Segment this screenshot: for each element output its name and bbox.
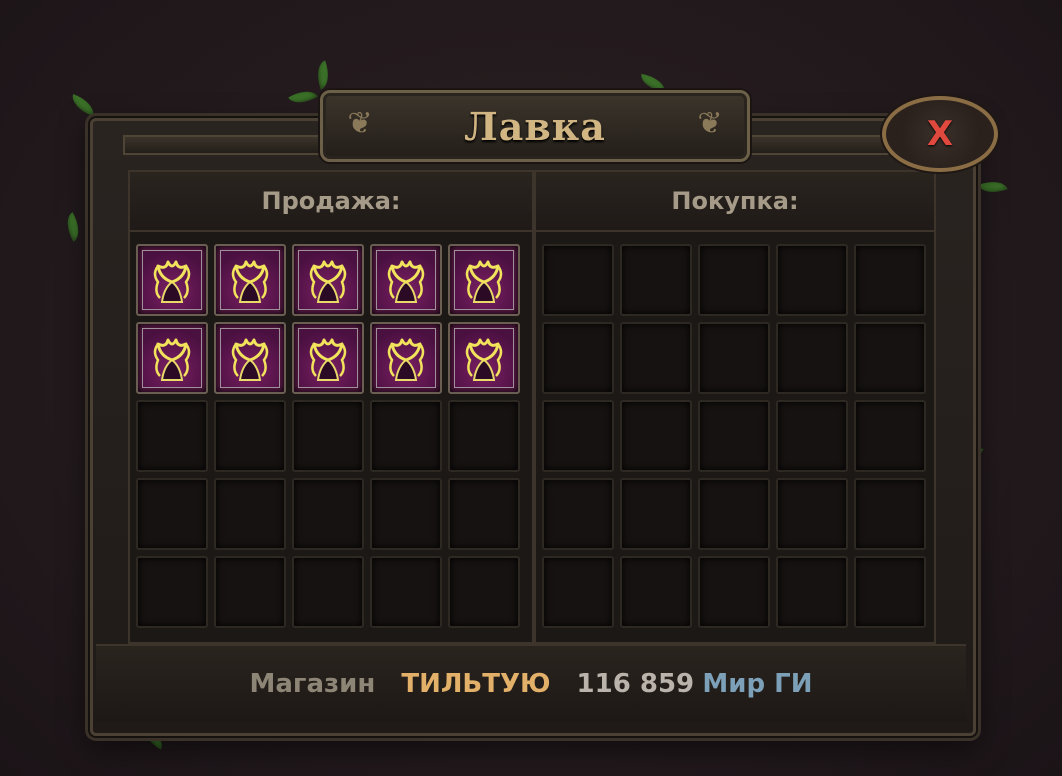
inventory-slot[interactable] (698, 556, 770, 628)
currency-amount: 116 859 (576, 669, 695, 699)
shop-footer: Магазин ТИЛЬТУЮ 116 859 Мир ГИ (96, 644, 966, 722)
leaf-decoration (68, 93, 98, 117)
close-icon: X (926, 114, 954, 154)
magenta-golden-totem-icon (376, 250, 436, 310)
inventory-slot[interactable] (776, 244, 848, 316)
inventory-slot[interactable] (620, 478, 692, 550)
inventory-slot[interactable] (448, 400, 520, 472)
inventory-slot[interactable] (854, 478, 926, 550)
inventory-slot[interactable] (448, 244, 520, 316)
inventory-slot[interactable] (448, 556, 520, 628)
magenta-golden-totem-icon (142, 250, 202, 310)
inventory-slot[interactable] (136, 400, 208, 472)
inventory-slot[interactable] (698, 244, 770, 316)
inventory-slot[interactable] (448, 322, 520, 394)
inventory-slot[interactable] (136, 322, 208, 394)
inventory-slot[interactable] (854, 244, 926, 316)
inventory-slot[interactable] (292, 322, 364, 394)
sell-grid (136, 244, 520, 628)
inventory-slot[interactable] (136, 244, 208, 316)
leaf-decoration (978, 175, 1008, 199)
magenta-golden-totem-icon (454, 328, 514, 388)
inventory-slot[interactable] (370, 556, 442, 628)
inventory-slot[interactable] (370, 478, 442, 550)
inventory-slot[interactable] (214, 244, 286, 316)
inventory-slot[interactable] (214, 556, 286, 628)
inventory-slot[interactable] (542, 244, 614, 316)
buy-panel-header: Покупка: (536, 172, 934, 232)
inventory-slot[interactable] (370, 322, 442, 394)
magenta-golden-totem-icon (454, 250, 514, 310)
inventory-slot[interactable] (448, 478, 520, 550)
inventory-slot[interactable] (292, 478, 364, 550)
inventory-slot[interactable] (370, 244, 442, 316)
buy-panel: Покупка: (534, 170, 936, 644)
inventory-slot[interactable] (776, 322, 848, 394)
magenta-golden-totem-icon (298, 250, 358, 310)
title-plaque: ❦ Лавка ❦ (320, 90, 750, 162)
inventory-slot[interactable] (776, 478, 848, 550)
inventory-slot[interactable] (136, 556, 208, 628)
inventory-slot[interactable] (698, 400, 770, 472)
inventory-slot[interactable] (542, 478, 614, 550)
inventory-slot[interactable] (854, 322, 926, 394)
magenta-golden-totem-icon (376, 328, 436, 388)
inventory-slot[interactable] (370, 400, 442, 472)
inventory-slot[interactable] (620, 556, 692, 628)
inventory-slot[interactable] (542, 400, 614, 472)
magenta-golden-totem-icon (142, 328, 202, 388)
inventory-slot[interactable] (214, 478, 286, 550)
inventory-slot[interactable] (620, 322, 692, 394)
scroll-ornament-icon: ❦ (697, 106, 723, 141)
buy-panel-title: Покупка: (671, 187, 799, 215)
inventory-slot[interactable] (854, 400, 926, 472)
inventory-slot[interactable] (292, 556, 364, 628)
inventory-slot[interactable] (776, 400, 848, 472)
inventory-slot[interactable] (698, 322, 770, 394)
inventory-slot[interactable] (854, 556, 926, 628)
buy-grid (542, 244, 926, 628)
magenta-golden-totem-icon (298, 328, 358, 388)
window-title: Лавка (464, 103, 606, 149)
inventory-slot[interactable] (698, 478, 770, 550)
close-button[interactable]: X (882, 96, 998, 172)
leaf-decoration (60, 212, 86, 242)
inventory-slot[interactable] (542, 556, 614, 628)
inventory-slot[interactable] (620, 244, 692, 316)
inventory-slot[interactable] (620, 400, 692, 472)
shop-label: Магазин (249, 669, 376, 699)
sell-panel-title: Продажа: (261, 187, 401, 215)
shop-owner-name: ТИЛЬТУЮ (401, 669, 551, 699)
inventory-slot[interactable] (214, 322, 286, 394)
scroll-ornament-icon: ❦ (347, 106, 373, 141)
inventory-slot[interactable] (292, 400, 364, 472)
currency-name: Мир ГИ (702, 669, 813, 699)
magenta-golden-totem-icon (220, 250, 280, 310)
inventory-slot[interactable] (136, 478, 208, 550)
leaf-decoration (288, 84, 318, 110)
inventory-slot[interactable] (542, 322, 614, 394)
inventory-slot[interactable] (292, 244, 364, 316)
inventory-slot[interactable] (214, 400, 286, 472)
sell-panel-header: Продажа: (130, 172, 532, 232)
sell-panel: Продажа: (128, 170, 534, 644)
magenta-golden-totem-icon (220, 328, 280, 388)
inventory-slot[interactable] (776, 556, 848, 628)
leaf-decoration (311, 60, 335, 90)
